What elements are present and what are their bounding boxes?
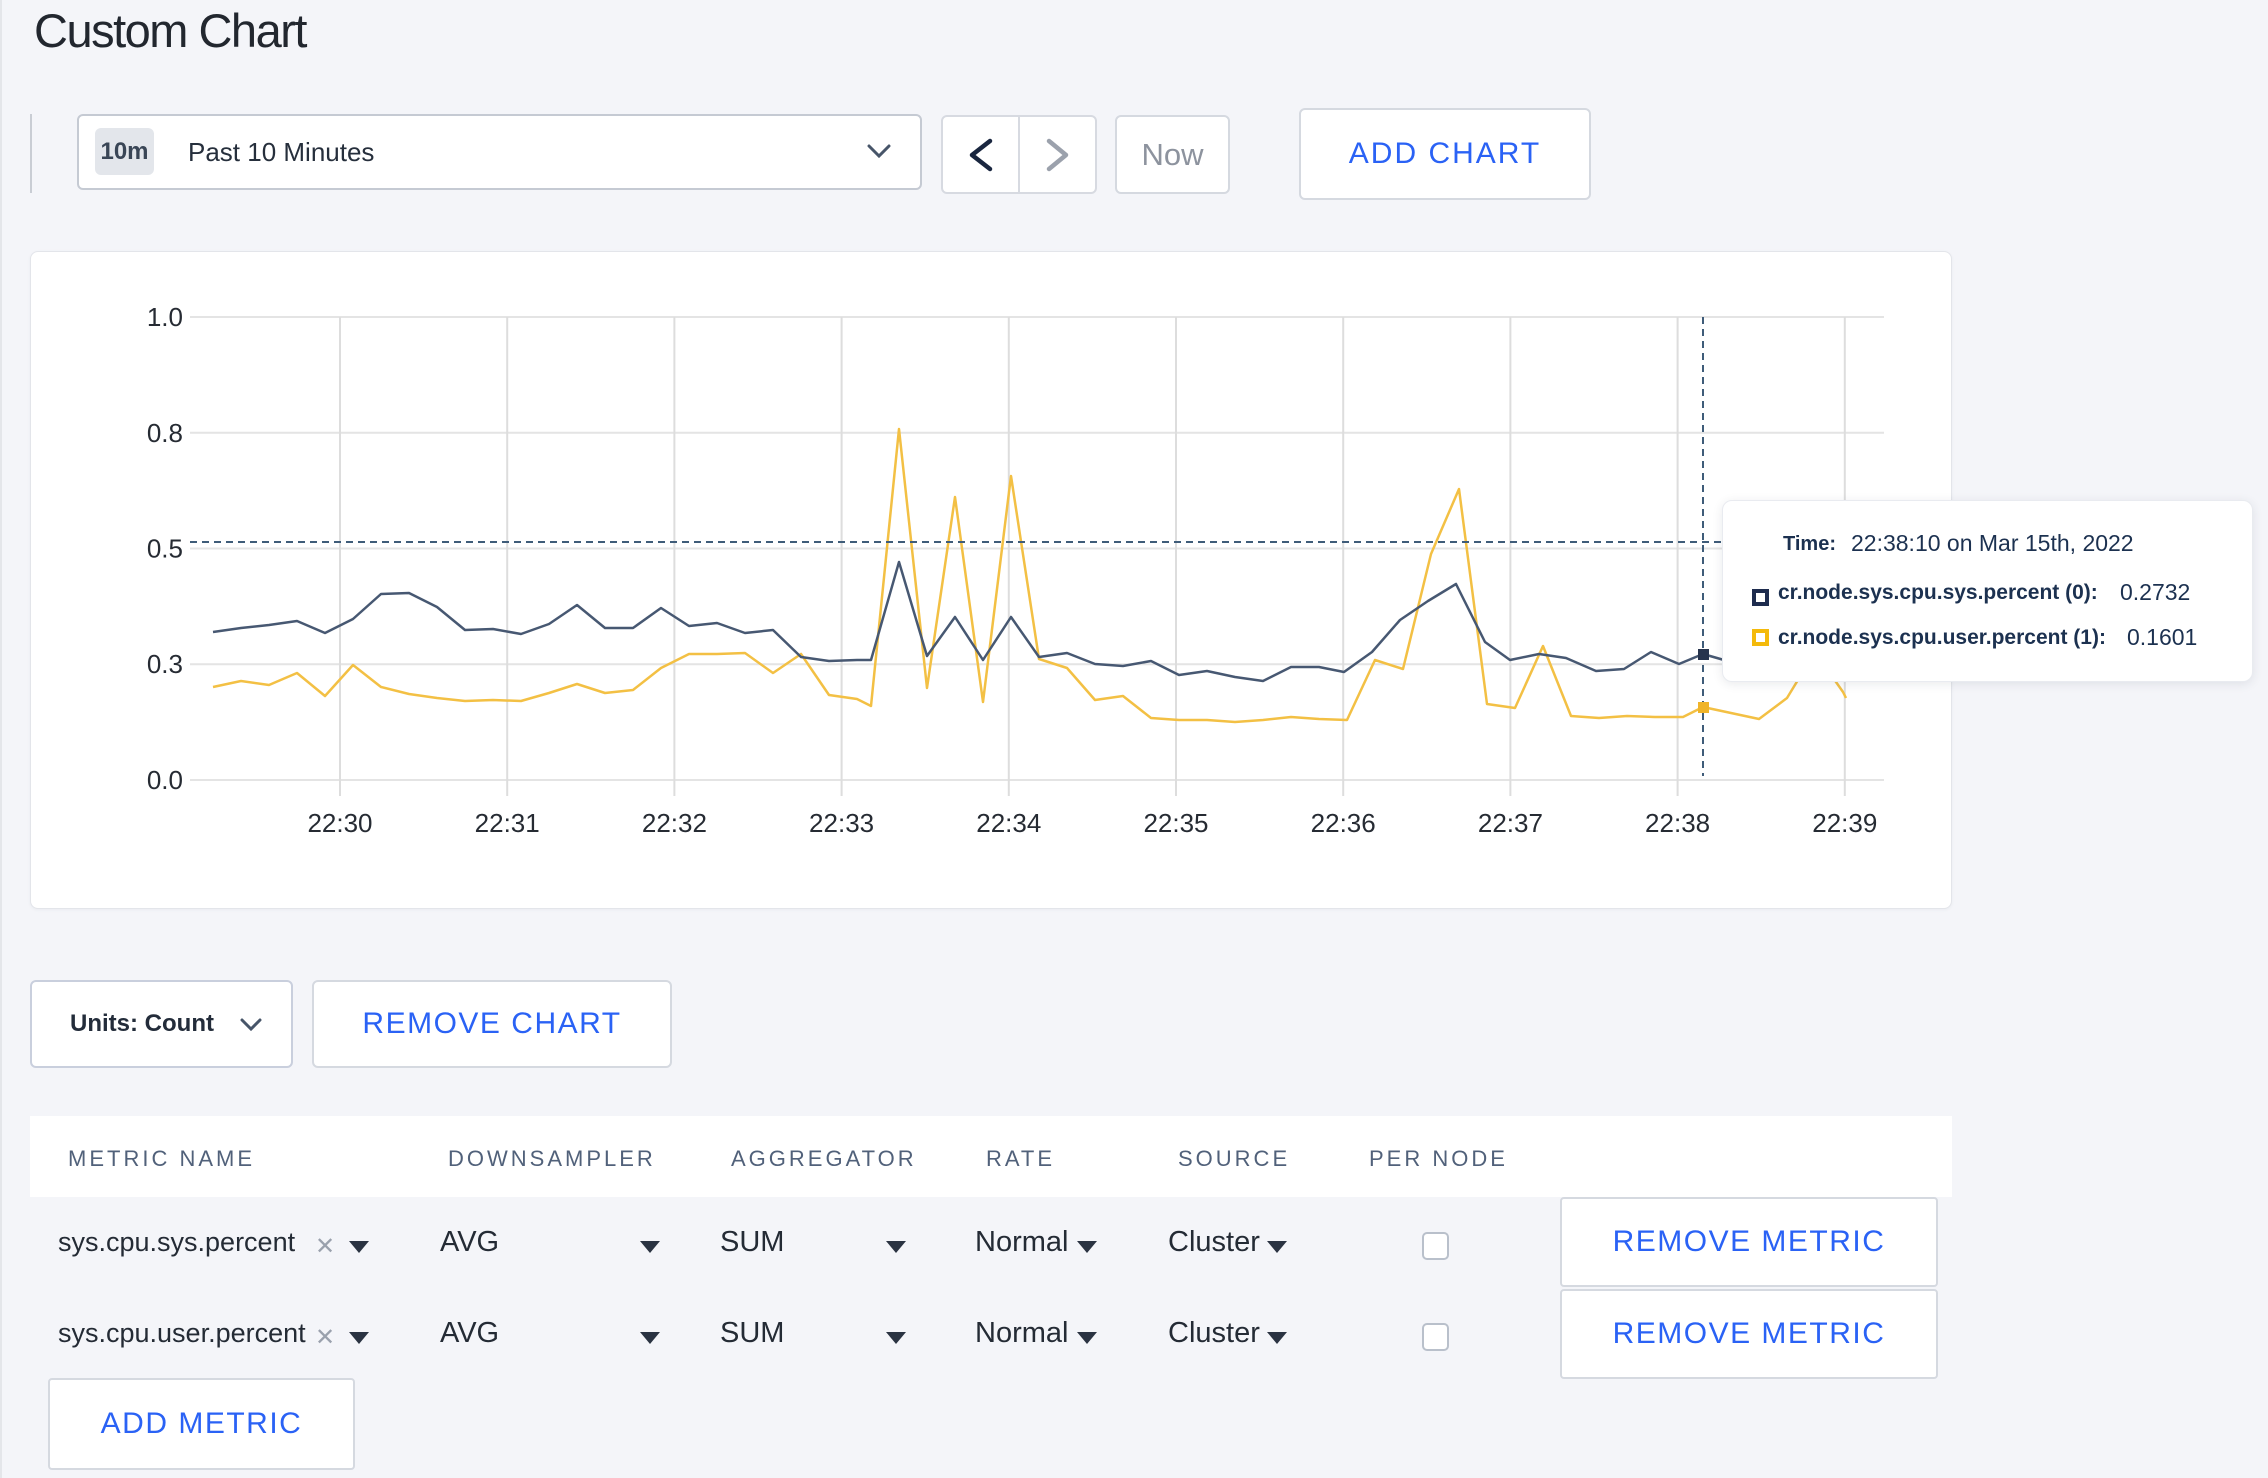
svg-text:0.5: 0.5	[147, 534, 183, 564]
svg-text:22:33: 22:33	[809, 808, 874, 838]
svg-text:22:32: 22:32	[642, 808, 707, 838]
svg-text:22:36: 22:36	[1311, 808, 1376, 838]
svg-text:22:37: 22:37	[1478, 808, 1543, 838]
svg-text:22:30: 22:30	[307, 808, 372, 838]
svg-text:22:31: 22:31	[475, 808, 540, 838]
svg-text:22:35: 22:35	[1143, 808, 1208, 838]
svg-text:0.3: 0.3	[147, 649, 183, 679]
svg-text:22:38: 22:38	[1645, 808, 1710, 838]
svg-text:0.8: 0.8	[147, 418, 183, 448]
svg-text:0.0: 0.0	[147, 765, 183, 795]
svg-text:22:34: 22:34	[976, 808, 1041, 838]
svg-text:22:39: 22:39	[1812, 808, 1877, 838]
svg-text:1.0: 1.0	[147, 302, 183, 332]
